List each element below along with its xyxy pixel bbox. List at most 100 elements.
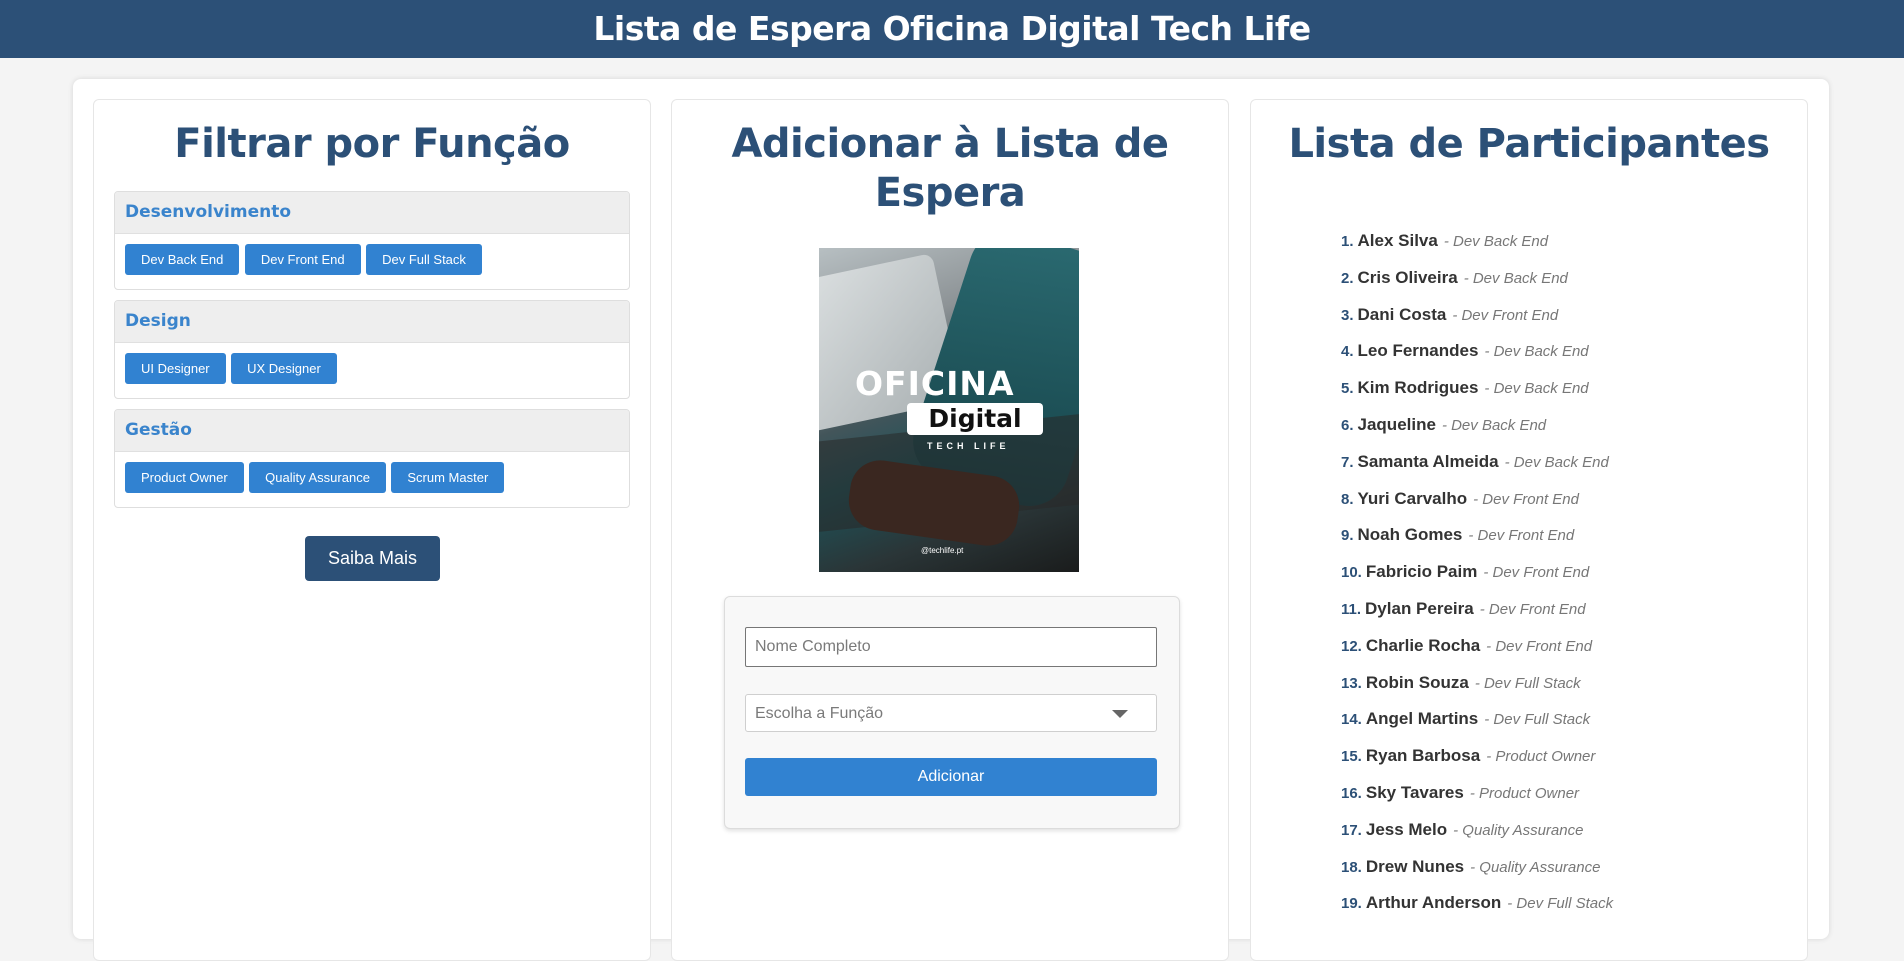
list-item: 5. Kim Rodrigues - Dev Back End: [1341, 370, 1613, 407]
group-design: Design UI Designer UX Designer: [114, 300, 630, 399]
participant-name: Ryan Barbosa: [1365, 746, 1481, 766]
filter-button-quality-assurance[interactable]: Quality Assurance: [249, 462, 386, 493]
participant-role: - Dev Full Stack: [1484, 711, 1591, 729]
participant-name: Alex Silva: [1357, 231, 1438, 250]
list-item-number: 17.: [1341, 821, 1362, 839]
page-header: Lista de Espera Oficina Digital Tech Lif…: [0, 0, 1904, 58]
participant-name: Dani Costa: [1357, 304, 1447, 324]
participant-name: Sky Tavares: [1365, 782, 1464, 802]
list-item-number: 8.: [1341, 490, 1354, 508]
participants-panel: Lista de Participantes 1. Alex Silva - Dev…: [1250, 99, 1808, 961]
participant-role: - Dev Back End: [1441, 416, 1547, 434]
participant-name: Arthur Anderson: [1365, 893, 1502, 913]
list-item-number: 7.: [1341, 453, 1354, 471]
list-item-number: 10.: [1341, 564, 1362, 582]
list-item: 10. Fabricio Paim - Dev Front End: [1341, 554, 1613, 591]
filter-panel-title: Filtrar por Função: [174, 121, 570, 167]
participant-role: - Dev Front End: [1452, 306, 1559, 324]
participant-name: Jaqueline: [1357, 414, 1436, 434]
add-form: Escolha a Função Adicionar: [724, 596, 1180, 829]
list-item-number: 9.: [1341, 527, 1354, 545]
list-item-number: 6.: [1341, 416, 1354, 434]
group-header: Desenvolvimento: [115, 192, 629, 234]
participant-name: Cris Oliveira: [1357, 267, 1458, 287]
list-item-number: 13.: [1341, 674, 1362, 692]
filter-button-scrum-master[interactable]: Scrum Master: [391, 462, 505, 493]
participant-role: - Dev Front End: [1468, 527, 1575, 545]
group-header: Design: [115, 301, 629, 343]
list-item-number: 4.: [1341, 343, 1354, 361]
list-item-number: 2.: [1341, 269, 1354, 287]
poster-handle: @techlife.pt: [921, 546, 964, 555]
list-item: 7. Samanta Almeida - Dev Back End: [1341, 444, 1613, 481]
list-item: 16. Sky Tavares - Product Owner: [1341, 775, 1613, 812]
list-item: 12. Charlie Rocha - Dev Front End: [1341, 628, 1613, 665]
participant-name: Noah Gomes: [1357, 525, 1463, 545]
list-item: 2. Cris Oliveira - Dev Back End: [1341, 260, 1613, 297]
list-item: 19. Arthur Anderson - Dev Full Stack: [1341, 885, 1613, 922]
participant-role: - Quality Assurance: [1453, 821, 1584, 839]
role-select[interactable]: Escolha a Função: [745, 694, 1157, 732]
filter-button-dev-front-end[interactable]: Dev Front End: [244, 244, 361, 275]
saiba-mais-button[interactable]: Saiba Mais: [305, 536, 440, 581]
participant-role: - Dev Front End: [1473, 490, 1579, 508]
list-item: 3. Dani Costa - Dev Front End: [1341, 297, 1613, 334]
list-item: 11. Dylan Pereira - Dev Front End: [1341, 591, 1613, 628]
poster-badge: Digital: [907, 403, 1043, 435]
participant-role: - Dev Front End: [1486, 637, 1593, 655]
list-item-number: 18.: [1341, 858, 1362, 876]
group-desenvolvimento: Desenvolvimento Dev Back End Dev Front E…: [114, 191, 630, 290]
participant-name: Drew Nunes: [1365, 856, 1465, 876]
list-item: 17. Jess Melo - Quality Assurance: [1341, 812, 1613, 849]
filter-panel: Filtrar por Função Desenvolvimento Dev B…: [93, 99, 651, 961]
page-title: Lista de Espera Oficina Digital Tech Lif…: [593, 9, 1311, 48]
filter-button-ui-designer[interactable]: UI Designer: [125, 353, 226, 384]
participant-name: Charlie Rocha: [1365, 635, 1481, 655]
list-item: 14. Angel Martins - Dev Full Stack: [1341, 701, 1613, 738]
participant-name: Yuri Carvalho: [1357, 488, 1468, 508]
participant-role: - Dev Full Stack: [1474, 674, 1581, 692]
list-item-number: 1.: [1341, 233, 1354, 250]
poster-image: OFICINA Digital TECH LIFE @techlife.pt: [819, 248, 1079, 572]
poster-title: OFICINA: [855, 364, 1015, 403]
participant-name: Angel Martins: [1365, 709, 1479, 729]
role-select-placeholder: Escolha a Função: [755, 705, 884, 722]
list-item: 13. Robin Souza - Dev Full Stack: [1341, 665, 1613, 702]
add-panel: Adicionar à Lista de Espera OFICINA Digi…: [671, 99, 1229, 961]
participant-name: Fabricio Paim: [1365, 562, 1478, 582]
participants-panel-title: Lista de Participantes: [1288, 121, 1770, 167]
participant-role: - Dev Back End: [1463, 269, 1568, 287]
participant-role: - Dev Back End: [1504, 453, 1609, 471]
filter-button-dev-full-stack[interactable]: Dev Full Stack: [366, 244, 482, 275]
participant-role: - Quality Assurance: [1470, 858, 1601, 876]
add-button[interactable]: Adicionar: [745, 758, 1157, 796]
name-input[interactable]: [745, 627, 1157, 667]
filter-button-product-owner[interactable]: Product Owner: [125, 462, 244, 493]
participant-role: - Dev Back End: [1443, 233, 1549, 250]
list-item: 8. Yuri Carvalho - Dev Front End: [1341, 481, 1613, 518]
list-item-number: 15.: [1341, 748, 1362, 766]
participant-name: Leo Fernandes: [1357, 341, 1479, 361]
main-container: Filtrar por Função Desenvolvimento Dev B…: [73, 79, 1829, 961]
participant-role: - Dev Back End: [1484, 380, 1589, 398]
list-item: 4. Leo Fernandes - Dev Back End: [1341, 333, 1613, 370]
participant-name: Kim Rodrigues: [1357, 378, 1479, 398]
participant-name: Jess Melo: [1365, 819, 1448, 839]
filter-button-ux-designer[interactable]: UX Designer: [231, 353, 337, 384]
list-item-number: 11.: [1341, 600, 1362, 618]
list-item: 6. Jaqueline - Dev Back End: [1341, 407, 1613, 444]
add-panel-title: Adicionar à Lista de Espera: [731, 121, 1169, 216]
participant-name: Dylan Pereira: [1365, 598, 1474, 618]
filter-button-dev-back-end[interactable]: Dev Back End: [125, 244, 240, 275]
list-item-number: 5.: [1341, 380, 1354, 398]
poster-subtitle: TECH LIFE: [927, 441, 1010, 451]
list-item: 9. Noah Gomes - Dev Front End: [1341, 517, 1613, 554]
list-item: 1. Alex Silva - Dev Back End: [1341, 223, 1613, 260]
participant-role: - Product Owner: [1486, 748, 1596, 766]
participant-role: - Product Owner: [1469, 784, 1580, 802]
chevron-down-icon: [1112, 710, 1128, 718]
participant-name: Robin Souza: [1365, 672, 1469, 692]
participant-role: - Dev Front End: [1483, 564, 1590, 582]
list-item-number: 16.: [1341, 784, 1362, 802]
list-item-number: 14.: [1341, 711, 1362, 729]
